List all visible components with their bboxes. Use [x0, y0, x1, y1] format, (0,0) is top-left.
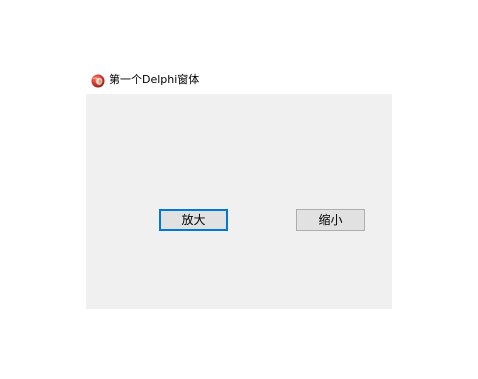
- delphi-app-icon[interactable]: [91, 73, 105, 88]
- delphi-form-window: 第一个Delphi窗体 放大 缩小: [86, 66, 392, 309]
- window-title: 第一个Delphi窗体: [109, 73, 200, 86]
- title-bar[interactable]: 第一个Delphi窗体: [86, 66, 392, 94]
- form-client-area: 放大 缩小: [86, 94, 392, 309]
- enlarge-button[interactable]: 放大: [159, 209, 228, 231]
- shrink-button[interactable]: 缩小: [296, 209, 365, 231]
